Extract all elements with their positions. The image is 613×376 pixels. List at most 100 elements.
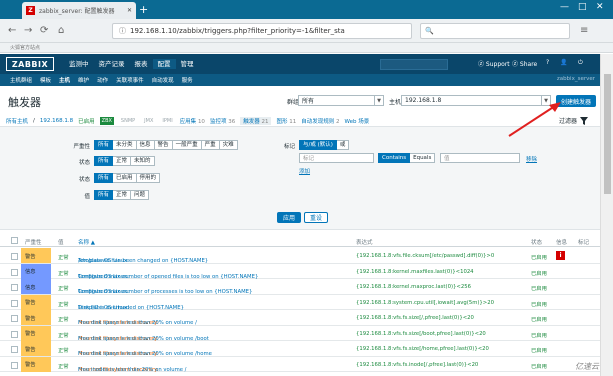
- status-all[interactable]: 所有: [94, 173, 114, 183]
- menu-icon[interactable]: ≡: [580, 25, 588, 36]
- url-input[interactable]: ⓘ 192.168.1.10/zabbix/triggers.php?filte…: [112, 23, 412, 39]
- expression-cell[interactable]: {192.168.1.8:kernel.maxfiles.last(0)}<10…: [356, 269, 474, 275]
- subnav-correlation[interactable]: 关联项事件: [112, 76, 148, 84]
- minimize-icon[interactable]: —: [560, 2, 569, 12]
- status-toggle[interactable]: 已启用: [531, 315, 547, 323]
- expression-cell[interactable]: {192.168.1.8:vfs.fs.size[/,pfree].last(0…: [356, 315, 474, 321]
- forward-icon[interactable]: →: [24, 25, 32, 36]
- tags-mode-and-or[interactable]: 与/或 (默认): [299, 140, 337, 150]
- group-select[interactable]: 所有 ▼: [298, 95, 384, 106]
- value-problem[interactable]: 问题: [131, 190, 150, 200]
- web-scenarios-link[interactable]: Web 场景: [345, 117, 370, 125]
- help-icon[interactable]: ?: [546, 59, 549, 66]
- add-tag-link[interactable]: 添加: [299, 167, 310, 175]
- logout-icon[interactable]: ⏻: [578, 59, 583, 67]
- row-checkbox[interactable]: [11, 268, 18, 276]
- error-info-icon[interactable]: i: [556, 251, 565, 260]
- status-toggle[interactable]: 已启用: [531, 362, 547, 370]
- status-toggle[interactable]: 已启用: [531, 284, 547, 292]
- home-icon[interactable]: ⌂: [58, 25, 64, 36]
- status-toggle[interactable]: 已启用: [531, 253, 547, 261]
- row-checkbox[interactable]: [11, 315, 18, 322]
- row-checkbox[interactable]: [11, 361, 18, 369]
- subnav-discovery[interactable]: 自动发现: [148, 76, 178, 84]
- state-unknown[interactable]: 未知的: [131, 156, 155, 166]
- window-close-icon[interactable]: ✕: [596, 2, 604, 12]
- back-icon[interactable]: ←: [8, 25, 16, 36]
- reload-icon[interactable]: ⟳: [40, 25, 48, 36]
- all-hosts-link[interactable]: 所有主机: [6, 117, 28, 125]
- severity-not-classified[interactable]: 未分类: [113, 140, 137, 150]
- header-search-input[interactable]: [380, 59, 448, 70]
- nav-inventory[interactable]: 资产记录: [94, 59, 130, 69]
- value-ok[interactable]: 正常: [113, 190, 132, 200]
- nav-monitoring[interactable]: 监测中: [64, 59, 94, 69]
- severity-disaster[interactable]: 灾难: [219, 140, 238, 150]
- share-icon[interactable]: Ⓩ Share: [512, 59, 537, 68]
- scrollbar[interactable]: [600, 54, 613, 376]
- severity-information[interactable]: 信息: [136, 140, 155, 150]
- items-link[interactable]: 监控项: [210, 119, 227, 125]
- severity-all[interactable]: 所有: [94, 140, 114, 150]
- expression-cell[interactable]: {192.168.1.8:vfs.fs.size[/home,pfree].la…: [356, 346, 489, 352]
- close-tab-icon[interactable]: ✕: [127, 7, 132, 14]
- severity-warning[interactable]: 警告: [154, 140, 173, 150]
- host-link[interactable]: 192.168.1.8: [40, 118, 73, 124]
- support-icon[interactable]: Ⓩ Support: [478, 59, 510, 68]
- subnav-templates[interactable]: 模板: [36, 76, 55, 84]
- col-severity[interactable]: 严重性: [25, 238, 42, 246]
- tag-name-input[interactable]: 标记: [299, 153, 374, 163]
- select-all-checkbox[interactable]: [11, 237, 18, 244]
- state-all[interactable]: 所有: [94, 156, 114, 166]
- subnav-maintenance[interactable]: 维护: [74, 76, 93, 84]
- expression-cell[interactable]: {192.168.1.8:vfs.fs.inode[/,pfree].last(…: [356, 362, 478, 368]
- nav-configuration[interactable]: 配置: [152, 59, 176, 69]
- zabbix-logo[interactable]: ZABBIX: [6, 57, 54, 71]
- expression-cell[interactable]: {192.168.1.8:kernel.maxproc.last(0)}<256: [356, 284, 471, 290]
- status-enabled[interactable]: 已启用: [113, 173, 137, 183]
- tag-value-input[interactable]: 值: [440, 153, 520, 163]
- expression-cell[interactable]: {192.168.1.8:vfs.file.cksum[/etc/passwd]…: [356, 253, 494, 259]
- status-toggle[interactable]: 已启用: [531, 269, 547, 277]
- expression-cell[interactable]: {192.168.1.8:vfs.fs.size[/boot,pfree].la…: [356, 331, 486, 337]
- status-disabled[interactable]: 停用的: [136, 173, 161, 183]
- row-checkbox[interactable]: [11, 330, 18, 338]
- row-checkbox[interactable]: [11, 346, 18, 353]
- discovery-link[interactable]: 自动发现规则: [301, 119, 334, 125]
- tags-mode-or[interactable]: 或: [336, 140, 350, 150]
- subnav-services[interactable]: 服务: [178, 76, 197, 84]
- state-normal[interactable]: 正常: [113, 156, 132, 166]
- subnav-host-groups[interactable]: 主机群组: [6, 76, 36, 84]
- browser-tab[interactable]: Z zabbix_server: 配置触发器 ✕: [22, 2, 136, 19]
- browser-search-input[interactable]: 🔍: [420, 23, 570, 39]
- row-checkbox[interactable]: [11, 299, 18, 307]
- page-info-icon[interactable]: ⓘ: [119, 26, 126, 36]
- nav-reports[interactable]: 报表: [130, 59, 153, 69]
- applications-link[interactable]: 应用集: [180, 119, 197, 125]
- value-all[interactable]: 所有: [94, 190, 114, 200]
- severity-average[interactable]: 一般严重: [172, 140, 202, 150]
- status-toggle[interactable]: 已启用: [531, 346, 547, 354]
- severity-high[interactable]: 严重: [201, 140, 220, 150]
- col-name[interactable]: 名称 ▲: [78, 238, 95, 246]
- col-status[interactable]: 状态: [531, 238, 542, 246]
- scrollbar-thumb[interactable]: [604, 74, 611, 194]
- operator-equals[interactable]: Equals: [410, 153, 436, 163]
- operator-contains[interactable]: Contains: [378, 153, 411, 163]
- status-toggle[interactable]: 已启用: [531, 300, 547, 308]
- row-checkbox[interactable]: [11, 253, 18, 260]
- new-tab-icon[interactable]: +: [139, 3, 148, 16]
- remove-tag-link[interactable]: 移除: [526, 155, 537, 163]
- expression-cell[interactable]: {192.168.1.8:system.cpu.util[,iowait].av…: [356, 300, 494, 306]
- row-checkbox[interactable]: [11, 284, 18, 291]
- nav-administration[interactable]: 管理: [176, 59, 199, 69]
- subnav-hosts[interactable]: 主机: [55, 76, 74, 84]
- reset-button[interactable]: 重设: [304, 212, 328, 223]
- apply-button[interactable]: 应用: [277, 212, 301, 223]
- graphs-link[interactable]: 图形: [276, 119, 287, 125]
- user-icon[interactable]: 👤: [560, 59, 567, 66]
- trigger-name-link[interactable]: Free inodes is less than 20% on volume /: [78, 367, 186, 373]
- triggers-link[interactable]: 触发器: [243, 119, 260, 125]
- bookmark-item[interactable]: 火狐官方站点: [10, 45, 40, 51]
- status-toggle[interactable]: 已启用: [531, 331, 547, 339]
